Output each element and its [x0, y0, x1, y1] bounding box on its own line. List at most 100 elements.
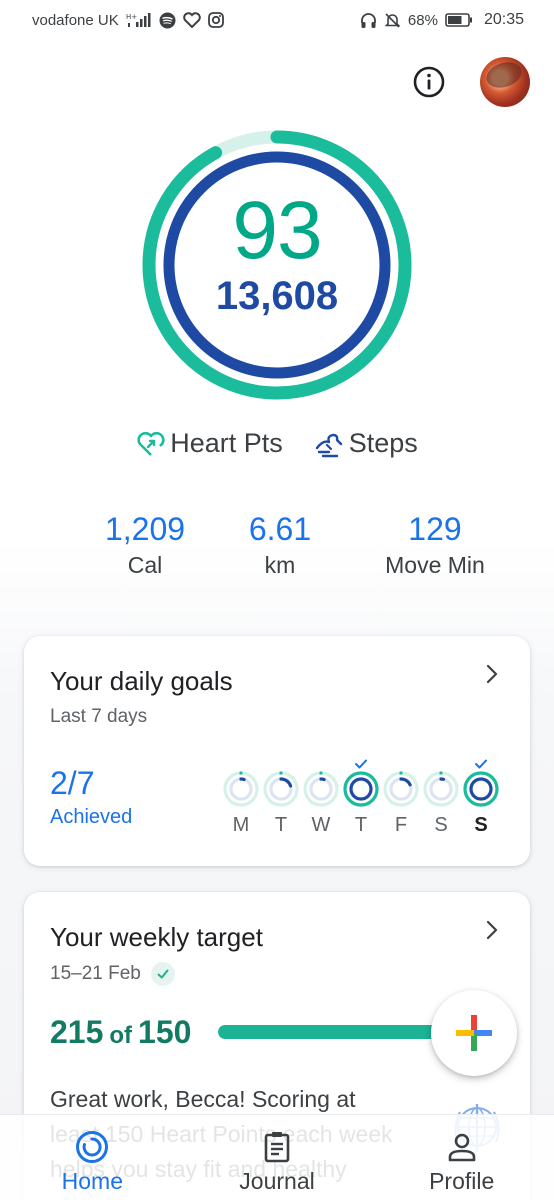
stat-distance[interactable]: 6.61 km [240, 510, 320, 579]
clock: 20:35 [483, 11, 524, 28]
day-steps-track [309, 777, 333, 801]
battery-icon [445, 13, 473, 27]
stat-move-minutes[interactable]: 129 Move Min [370, 510, 500, 579]
nav-profile[interactable]: Profile [369, 1115, 554, 1200]
calories-label: Cal [127, 552, 163, 578]
legend-steps: Steps [313, 428, 418, 459]
day-check [354, 754, 368, 770]
header-actions [412, 56, 530, 108]
google-fit-home-screen: vodafone UK H+ 68% 20:35 93 13,608 Heart… [0, 0, 554, 1200]
status-left: vodafone UK H+ [32, 12, 224, 29]
profile-icon [448, 1133, 475, 1162]
day-letter: W [311, 814, 331, 836]
move-minutes-value: 129 [408, 511, 462, 547]
steps-icon [315, 433, 342, 457]
day-goal[interactable]: T [341, 754, 381, 844]
goals-achieved: 2/7 Achieved [50, 764, 132, 829]
distance-value: 6.61 [248, 511, 312, 547]
achieved-label: Achieved [50, 806, 133, 828]
daily-goals-subtitle: Last 7 days [50, 706, 148, 727]
target-of-label: of [109, 1022, 133, 1049]
headphones-icon [360, 12, 377, 29]
activity-stats: 1,209 Cal 6.61 km 129 Move Min [60, 510, 500, 579]
instagram-icon [207, 12, 224, 28]
nav-journal[interactable]: Journal [185, 1115, 370, 1200]
ring-legend: Heart Pts Steps [0, 428, 554, 459]
add-icon [456, 1015, 492, 1051]
day-steps-progress [349, 777, 373, 801]
daily-goals-card[interactable]: Your daily goals Last 7 days 2/7 Achieve… [24, 636, 530, 866]
journal-icon [264, 1132, 290, 1163]
day-goal-ring-icon [463, 771, 499, 807]
info-button[interactable] [412, 65, 446, 99]
status-bar: vodafone UK H+ 68% 20:35 [0, 0, 554, 40]
target-met-badge [150, 962, 175, 986]
day-check [474, 754, 488, 770]
battery-percent: 68% [407, 11, 438, 29]
day-letter: M [232, 814, 250, 836]
heart-points-value: 93 [232, 185, 322, 276]
day-goal[interactable]: M [221, 754, 261, 844]
day-steps-progress [469, 777, 493, 801]
day-goal[interactable]: T [261, 754, 301, 844]
legend-steps-label: Steps [348, 428, 418, 458]
activity-ring[interactable]: 93 13,608 [142, 130, 412, 400]
target-goal: 150 [138, 1014, 192, 1050]
nav-home-label: Home [61, 1168, 124, 1194]
home-icon [76, 1131, 109, 1163]
day-goal-ring-icon [303, 771, 339, 807]
bottom-navigation: Home Journal Profile [0, 1114, 554, 1200]
target-date-range: 15–21 Feb [50, 963, 141, 984]
chevron-right-icon[interactable] [480, 662, 504, 686]
check-icon [355, 759, 367, 769]
legend-heart-points: Heart Pts [136, 428, 283, 459]
day-goal-ring-icon [383, 771, 419, 807]
daily-goals-title: Your daily goals [50, 666, 233, 696]
heart-points-icon [137, 431, 165, 456]
legend-heart-label: Heart Pts [170, 428, 283, 458]
check-icon [475, 759, 487, 769]
day-goal[interactable]: S [461, 754, 501, 844]
day-steps-track [429, 777, 453, 801]
info-icon [413, 66, 445, 98]
nav-journal-label: Journal [239, 1168, 315, 1194]
day-goal-ring-icon [223, 771, 259, 807]
calories-value: 1,209 [104, 511, 186, 547]
day-letter: S [434, 814, 448, 836]
day-letter: T [354, 814, 368, 836]
day-goal[interactable]: W [301, 754, 341, 844]
day-goal-ring-icon [423, 771, 459, 807]
steps-value: 13,608 [215, 274, 339, 318]
day-goal[interactable]: S [421, 754, 461, 844]
fit-notification-icon [182, 12, 201, 28]
day-letter: T [274, 814, 288, 836]
target-date-row: 15–21 Feb [50, 962, 175, 986]
target-current: 215 [50, 1014, 104, 1050]
achieved-count: 2/7 [50, 765, 95, 801]
carrier-name: vodafone UK [32, 11, 119, 29]
weekly-target-title: Your weekly target [50, 922, 263, 952]
chevron-right-icon[interactable] [480, 918, 504, 942]
day-goal-ring-icon [343, 771, 379, 807]
day-steps-track [229, 777, 253, 801]
move-minutes-label: Move Min [385, 552, 485, 578]
distance-label: km [264, 552, 296, 578]
nav-home[interactable]: Home [0, 1115, 185, 1200]
day-goal[interactable]: F [381, 754, 421, 844]
check-icon [157, 969, 169, 979]
day-letter: S [474, 814, 488, 836]
spotify-icon [159, 12, 176, 29]
svg-text:H+: H+ [126, 13, 137, 21]
nav-profile-label: Profile [429, 1168, 495, 1194]
stat-calories[interactable]: 1,209 Cal [100, 510, 190, 579]
signal-icon: H+ [126, 12, 152, 28]
day-letter: F [394, 814, 408, 836]
avatar[interactable] [480, 57, 530, 107]
ring-center: 93 13,608 [142, 130, 412, 400]
weekday-goal-rings: M T W T F S S [221, 754, 505, 844]
day-goal-ring-icon [263, 771, 299, 807]
notifications-off-icon [384, 12, 401, 29]
add-activity-button[interactable] [431, 990, 517, 1076]
target-value-row: 215 of 150 [50, 1014, 191, 1051]
status-right: 68% 20:35 [360, 11, 524, 29]
